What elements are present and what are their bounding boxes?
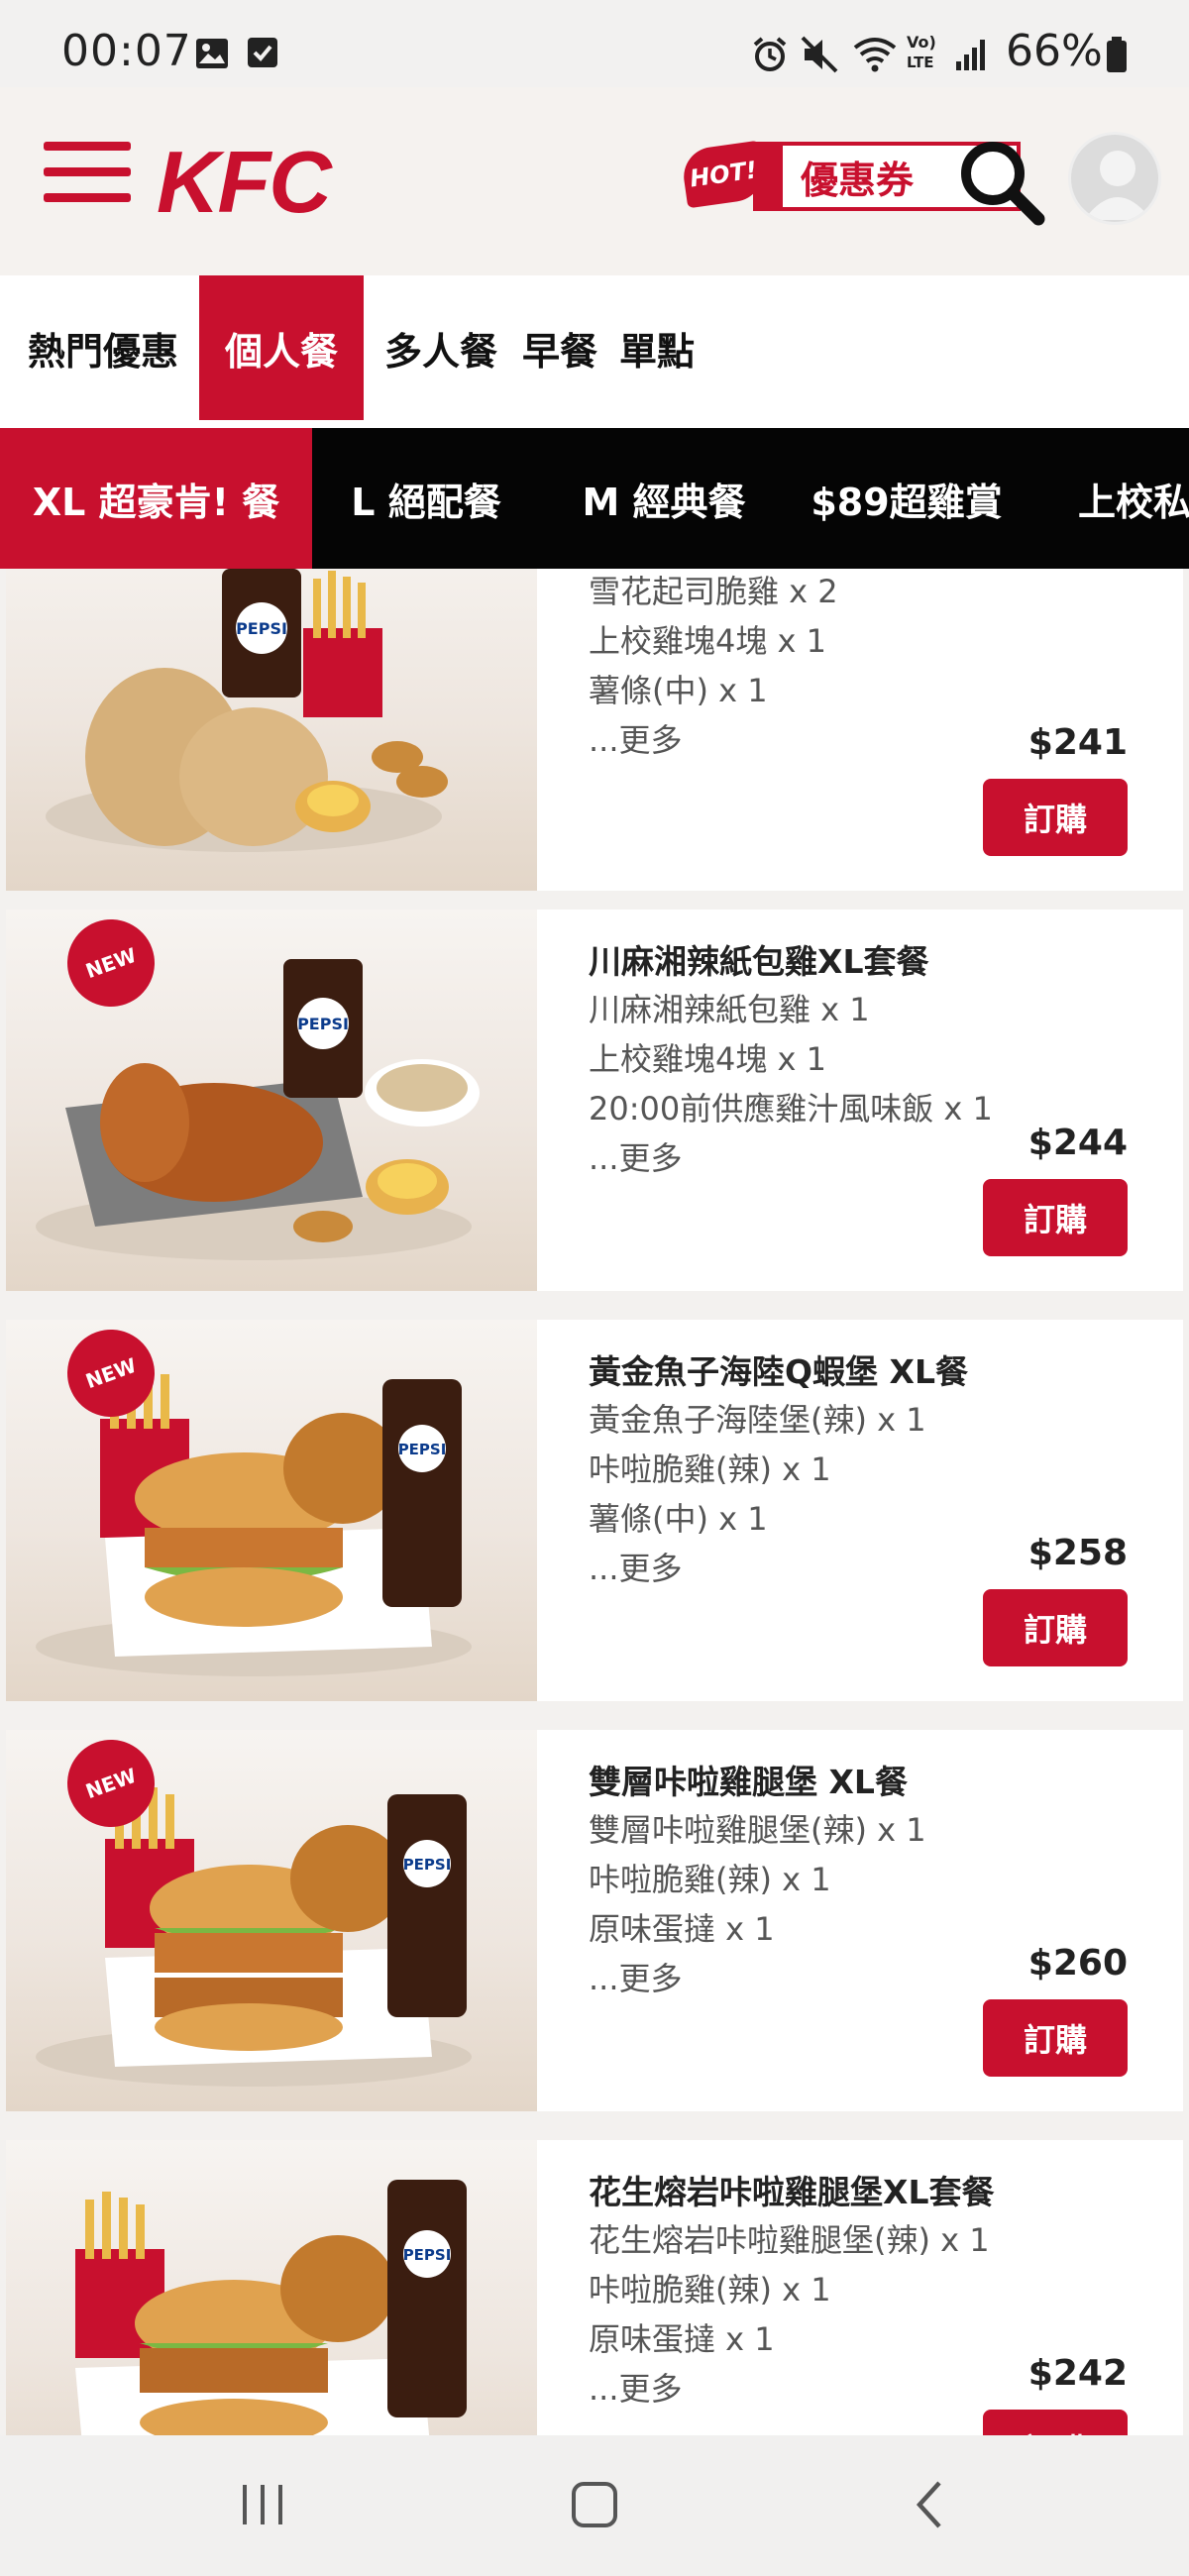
order-button[interactable]: 訂購 (983, 779, 1128, 856)
home-icon[interactable] (545, 2465, 644, 2544)
drink-label: PEPSI (403, 2246, 452, 2264)
tab-group-meal[interactable]: 多人餐 (377, 275, 505, 420)
product-info: 雪花起司脆雞 x 2 上校雞塊4塊 x 1 薯條(中) x 1 ...更多 $2… (537, 569, 1183, 891)
product-image[interactable]: PEPSI NEW (6, 910, 537, 1291)
subtab-xl-meal[interactable]: XL 超豪肯! 餐 (0, 428, 312, 569)
product-card: PEPSI NEW 黃金魚子海陸Q蝦堡 XL餐 黃金魚子海陸堡(辣) x 1 咔… (6, 1320, 1183, 1701)
order-button[interactable]: 訂購 (983, 1999, 1128, 2077)
avatar-icon[interactable] (1068, 132, 1161, 225)
product-image[interactable]: PEPSI NEW (6, 1730, 537, 2111)
system-nav-bar (0, 2435, 1189, 2576)
kfc-logo[interactable]: KFC (157, 132, 332, 233)
more-link[interactable]: ...更多 (589, 1133, 683, 1179)
menu-icon[interactable] (44, 142, 135, 203)
product-item: 20:00前供應雞汁風味飯 x 1 (589, 1090, 993, 1127)
search-icon[interactable] (951, 132, 1050, 231)
more-link[interactable]: ...更多 (589, 1544, 683, 1589)
wifi-icon (852, 36, 898, 77)
product-title: 雙層咔啦雞腿堡 XL餐 (589, 1763, 908, 1801)
coupon-label: 優惠券 (801, 158, 915, 202)
product-price: $258 (1027, 1533, 1128, 1573)
sub-tabs: XL 超豪肯! 餐 L 絕配餐 M 經典餐 $89超雞賞 上校私 (0, 428, 1189, 569)
tab-hot-deals[interactable]: 熱門優惠 (14, 275, 192, 420)
battery-icon (1105, 36, 1129, 77)
product-card: PEPSI NEW 川麻湘辣紙包雞XL套餐 川麻湘辣紙包雞 x 1 上校雞塊4塊… (6, 910, 1183, 1291)
svg-text:LTE: LTE (907, 54, 934, 71)
product-info: 川麻湘辣紙包雞XL套餐 川麻湘辣紙包雞 x 1 上校雞塊4塊 x 1 20:00… (537, 910, 1183, 1291)
check-square-icon (246, 36, 279, 73)
product-item: 薯條(中) x 1 (589, 672, 768, 709)
product-price: $260 (1027, 1943, 1128, 1984)
product-item: 雪花起司脆雞 x 2 (589, 573, 838, 610)
product-info: 黃金魚子海陸Q蝦堡 XL餐 黃金魚子海陸堡(辣) x 1 咔啦脆雞(辣) x 1… (537, 1320, 1183, 1701)
product-image[interactable]: PEPSI (6, 2140, 537, 2435)
product-info: 雙層咔啦雞腿堡 XL餐 雙層咔啦雞腿堡(辣) x 1 咔啦脆雞(辣) x 1 原… (537, 1730, 1183, 2111)
category-tabs: 熱門優惠 個人餐 多人餐 早餐 單點 (0, 275, 1189, 429)
drink-label: PEPSI (236, 619, 287, 638)
more-link[interactable]: ...更多 (589, 2364, 683, 2410)
svg-text:Vo): Vo) (907, 33, 936, 52)
product-title: 花生熔岩咔啦雞腿堡XL套餐 (589, 2173, 995, 2211)
product-item: 原味蛋撻 x 1 (589, 1910, 775, 1948)
product-card: PEPSI 雪花起司脆雞 x 2 上校雞塊4塊 x 1 薯條(中) x 1 ..… (6, 569, 1183, 891)
product-item: 薯條(中) x 1 (589, 1500, 768, 1538)
product-image[interactable]: PEPSI NEW (6, 1320, 537, 1701)
subtab-89-deal[interactable]: $89超雞賞 (803, 428, 1011, 569)
tab-a-la-carte[interactable]: 單點 (612, 275, 702, 420)
image-icon (194, 36, 230, 75)
product-card: PEPSI NEW 雙層咔啦雞腿堡 XL餐 雙層咔啦雞腿堡(辣) x 1 咔啦脆… (6, 1730, 1183, 2111)
kfc-app-screen: 00:07 Vo) LTE 66% KFC 優惠券 HOT! 熱門優惠 個人餐 … (0, 0, 1189, 2576)
product-item: 咔啦脆雞(辣) x 1 (589, 1861, 831, 1898)
product-item: 黃金魚子海陸堡(辣) x 1 (589, 1401, 926, 1439)
battery-percent: 66% (1006, 26, 1103, 76)
subtab-m-meal[interactable]: M 經典餐 (565, 428, 763, 569)
order-button[interactable]: 訂購 (983, 2410, 1128, 2435)
subtab-l-meal[interactable]: L 絕配餐 (327, 428, 525, 569)
status-time: 00:07 (61, 26, 192, 76)
drink-label: PEPSI (403, 1856, 452, 1874)
signal-icon (953, 36, 991, 77)
product-image[interactable]: PEPSI (6, 569, 537, 891)
product-price: $244 (1027, 1123, 1128, 1163)
more-link[interactable]: ...更多 (589, 1954, 683, 1999)
volte-icon: Vo) LTE (904, 30, 943, 77)
tab-breakfast[interactable]: 早餐 (515, 275, 604, 420)
product-info: 花生熔岩咔啦雞腿堡XL套餐 花生熔岩咔啦雞腿堡(辣) x 1 咔啦脆雞(辣) x… (537, 2140, 1183, 2435)
product-item: 上校雞塊4塊 x 1 (589, 1040, 827, 1078)
product-title: 川麻湘辣紙包雞XL套餐 (589, 942, 929, 981)
product-item: 上校雞塊4塊 x 1 (589, 622, 827, 660)
mute-icon (801, 36, 840, 77)
product-item: 川麻湘辣紙包雞 x 1 (589, 991, 870, 1028)
product-price: $241 (1027, 722, 1128, 763)
subtab-colonel[interactable]: 上校私 (1078, 428, 1189, 569)
back-icon[interactable] (882, 2465, 981, 2544)
drink-label: PEPSI (297, 1015, 349, 1033)
product-item: 原味蛋撻 x 1 (589, 2320, 775, 2358)
product-item: 咔啦脆雞(辣) x 1 (589, 1450, 831, 1488)
order-button[interactable]: 訂購 (983, 1179, 1128, 1256)
alarm-icon (751, 36, 789, 77)
app-header: KFC 優惠券 HOT! (0, 87, 1189, 275)
product-price: $242 (1027, 2353, 1128, 2394)
tab-personal-meal[interactable]: 個人餐 (199, 275, 364, 420)
drink-label: PEPSI (398, 1441, 447, 1458)
product-item: 花生熔岩咔啦雞腿堡(辣) x 1 (589, 2221, 990, 2259)
recent-apps-icon[interactable] (213, 2465, 312, 2544)
product-item: 咔啦脆雞(辣) x 1 (589, 2271, 831, 2308)
more-link[interactable]: ...更多 (589, 715, 683, 761)
product-list[interactable]: PEPSI 雪花起司脆雞 x 2 上校雞塊4塊 x 1 薯條(中) x 1 ..… (0, 569, 1189, 2435)
order-button[interactable]: 訂購 (983, 1589, 1128, 1666)
product-card: PEPSI 花生熔岩咔啦雞腿堡XL套餐 花生熔岩咔啦雞腿堡(辣) x 1 咔啦脆… (6, 2140, 1183, 2435)
product-title: 黃金魚子海陸Q蝦堡 XL餐 (589, 1352, 969, 1391)
product-item: 雙層咔啦雞腿堡(辣) x 1 (589, 1811, 926, 1849)
